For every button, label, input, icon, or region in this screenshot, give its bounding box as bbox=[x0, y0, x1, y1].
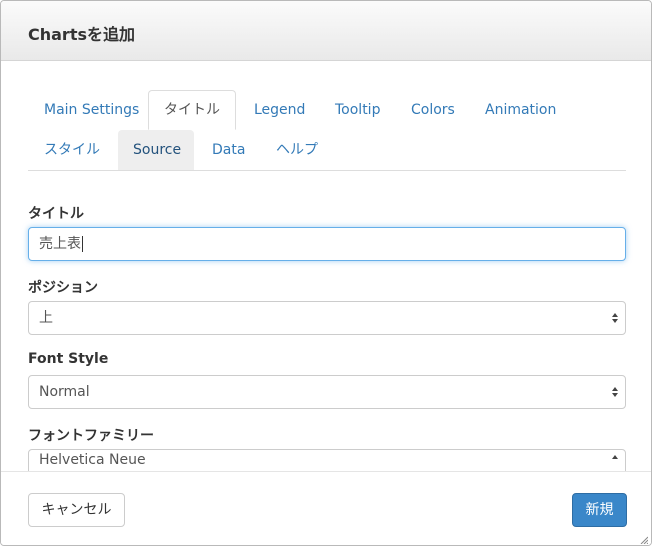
scroll-clip: Helvetica Neue bbox=[1, 449, 651, 471]
tab-tooltip[interactable]: Tooltip bbox=[320, 90, 395, 130]
tab-style[interactable]: スタイル bbox=[29, 130, 115, 170]
font-style-label: Font Style bbox=[28, 351, 109, 367]
tab-title[interactable]: タイトル bbox=[148, 90, 236, 130]
tabs-divider bbox=[28, 170, 626, 171]
title-input[interactable]: 売上表 bbox=[28, 227, 626, 261]
new-button[interactable]: 新規 bbox=[572, 493, 627, 527]
font-style-select[interactable]: Normal bbox=[28, 375, 626, 409]
add-charts-dialog: Chartsを追加 Main Settings タイトル Legend Tool… bbox=[0, 0, 652, 546]
position-select-value: 上 bbox=[39, 310, 53, 326]
tab-colors[interactable]: Colors bbox=[396, 90, 470, 130]
title-input-value: 売上表 bbox=[39, 236, 81, 252]
font-family-select-value: Helvetica Neue bbox=[39, 452, 146, 468]
font-style-select-value: Normal bbox=[39, 384, 90, 400]
tab-legend[interactable]: Legend bbox=[239, 90, 320, 130]
tab-animation[interactable]: Animation bbox=[470, 90, 571, 130]
tab-help[interactable]: ヘルプ bbox=[261, 130, 333, 170]
dialog-header: Chartsを追加 bbox=[1, 1, 651, 61]
dialog-footer: キャンセル 新規 bbox=[1, 471, 651, 545]
cancel-button[interactable]: キャンセル bbox=[28, 493, 125, 527]
title-label: タイトル bbox=[28, 206, 84, 222]
text-caret bbox=[82, 236, 83, 252]
position-label: ポジション bbox=[28, 280, 98, 296]
select-arrows-icon bbox=[612, 313, 618, 323]
font-family-select[interactable]: Helvetica Neue bbox=[28, 449, 626, 471]
tab-source[interactable]: Source bbox=[118, 130, 194, 170]
position-select[interactable]: 上 bbox=[28, 301, 626, 335]
tab-data[interactable]: Data bbox=[197, 130, 260, 170]
tab-main-settings[interactable]: Main Settings bbox=[29, 90, 154, 130]
select-arrows-icon bbox=[612, 387, 618, 397]
font-family-label: フォントファミリー bbox=[28, 428, 154, 444]
dialog-title: Chartsを追加 bbox=[28, 25, 135, 44]
select-arrows-icon bbox=[612, 455, 618, 459]
resize-grip-icon[interactable] bbox=[640, 536, 648, 544]
